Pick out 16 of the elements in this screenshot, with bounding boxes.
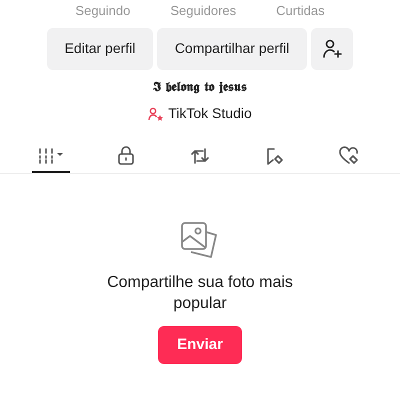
repost-icon — [190, 146, 210, 166]
add-friend-button[interactable] — [311, 28, 353, 70]
share-profile-button[interactable]: Compartilhar perfil — [157, 28, 307, 70]
bookmark-icon — [264, 146, 284, 166]
bio-text: 𝕴 𝖇𝖊𝖑𝖔𝖓𝖌 𝖙𝖔 𝖏𝖊𝖘𝖚𝖘 — [153, 78, 247, 96]
upload-button[interactable]: Enviar — [158, 326, 242, 364]
stat-label: Seguindo — [75, 2, 130, 20]
person-star-icon — [148, 106, 164, 120]
empty-state-message: Compartilhe sua foto mais popular — [106, 273, 294, 314]
studio-link[interactable]: TikTok Studio — [148, 103, 252, 124]
lock-icon — [116, 146, 135, 166]
edit-profile-button[interactable]: Editar perfil — [47, 28, 153, 70]
stat-label: Seguidores — [170, 2, 236, 20]
stat-label: Curtidas — [276, 2, 325, 20]
heart-icon — [338, 146, 360, 166]
add-person-icon — [321, 38, 343, 60]
